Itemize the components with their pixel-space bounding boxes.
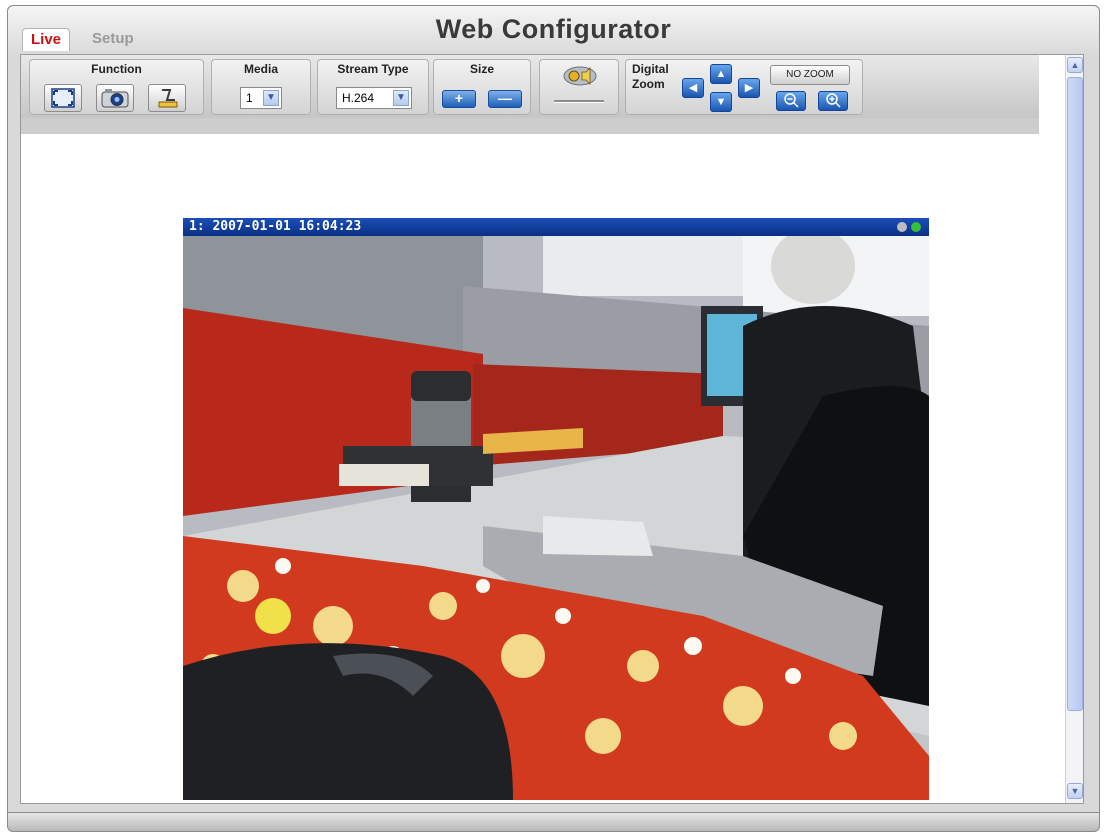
zoom-in-icon xyxy=(826,93,841,108)
zoom-in-button[interactable] xyxy=(818,91,848,111)
app-title: Web Configurator xyxy=(435,14,672,44)
camera-feed-image xyxy=(183,236,929,800)
arrow-up-icon: ▲ xyxy=(715,68,727,80)
scroll-down-button[interactable]: ▼ xyxy=(1067,783,1083,799)
stream-type-group: Stream Type H.264 ▼ xyxy=(317,59,429,115)
size-group: Size + — xyxy=(433,59,531,115)
content-area: Function Media 1 ▼ Stream Type H.264 ▼ S… xyxy=(20,54,1084,804)
function-label: Function xyxy=(91,62,142,76)
digital-zoom-label-line2: Zoom xyxy=(632,77,665,91)
digital-zoom-label: Digital Zoom xyxy=(632,62,669,92)
video-timestamp: 1: 2007-01-01 16:04:23 xyxy=(189,219,362,234)
media-select[interactable]: 1 ▼ xyxy=(240,87,282,109)
size-decrease-button[interactable]: — xyxy=(488,90,522,108)
pan-up-button[interactable]: ▲ xyxy=(710,64,732,84)
digital-zoom-label-line1: Digital xyxy=(632,62,669,76)
digital-zoom-group: Digital Zoom ◀ ▲ ▼ ▶ NO ZOOM xyxy=(625,59,863,115)
audio-group xyxy=(539,59,619,115)
stream-type-select[interactable]: H.264 ▼ xyxy=(336,87,412,109)
no-zoom-button[interactable]: NO ZOOM xyxy=(770,65,850,85)
pan-right-button[interactable]: ▶ xyxy=(738,78,760,98)
size-label: Size xyxy=(469,62,494,76)
snapshot-button[interactable] xyxy=(96,84,134,112)
header: Live Setup Web Configurator xyxy=(8,6,1099,54)
app-window: Live Setup Web Configurator Function Med… xyxy=(7,5,1100,825)
scroll-thumb[interactable] xyxy=(1067,77,1083,711)
size-increase-button[interactable]: + xyxy=(442,90,476,108)
status-green-icon xyxy=(911,222,921,232)
fullscreen-button[interactable] xyxy=(44,84,82,112)
zoom-out-icon xyxy=(784,93,799,108)
audio-icon[interactable] xyxy=(562,65,598,87)
toolbar-strip xyxy=(21,118,1039,134)
fullscreen-icon xyxy=(51,88,75,108)
audio-volume-bar[interactable] xyxy=(554,100,604,103)
function-group: Function xyxy=(29,59,204,115)
stream-type-label: Stream Type xyxy=(337,62,409,76)
zoom-out-button[interactable] xyxy=(776,91,806,111)
record-button[interactable] xyxy=(148,84,186,112)
arrow-right-icon: ▶ xyxy=(744,82,754,94)
video-title-bar: 1: 2007-01-01 16:04:23 xyxy=(183,218,929,236)
record-icon xyxy=(158,89,178,108)
arrow-left-icon: ◀ xyxy=(688,82,698,94)
status-bar xyxy=(7,812,1100,832)
scroll-up-button[interactable]: ▲ xyxy=(1067,57,1083,73)
pan-down-button[interactable]: ▼ xyxy=(710,92,732,112)
media-value: 1 xyxy=(246,91,253,105)
camera-icon xyxy=(101,89,129,108)
media-label: Media xyxy=(243,62,278,76)
media-group: Media 1 ▼ xyxy=(211,59,311,115)
chevron-down-icon: ▼ xyxy=(1070,786,1080,796)
pan-left-button[interactable]: ◀ xyxy=(682,78,704,98)
video-viewer[interactable]: 1: 2007-01-01 16:04:23 xyxy=(183,218,929,800)
arrow-down-icon: ▼ xyxy=(715,96,727,108)
chevron-down-icon: ▼ xyxy=(263,90,279,106)
vertical-scrollbar[interactable]: ▲ ▼ xyxy=(1065,55,1083,803)
stream-type-value: H.264 xyxy=(342,91,375,105)
chevron-down-icon: ▼ xyxy=(393,90,409,106)
toolbar: Function Media 1 ▼ Stream Type H.264 ▼ S… xyxy=(21,55,1039,118)
chevron-up-icon: ▲ xyxy=(1070,60,1080,70)
status-gray-icon xyxy=(897,222,907,232)
